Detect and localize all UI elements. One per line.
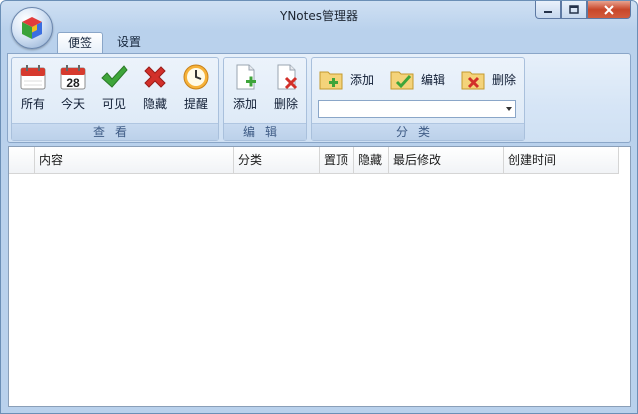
close-icon [604, 4, 614, 15]
view-group-label: 查看 [12, 123, 218, 140]
add-note-button[interactable]: 添加 [226, 62, 264, 114]
red-x-icon [144, 66, 166, 88]
calendar-today-icon: 28 [60, 65, 86, 90]
app-cube-icon [22, 17, 42, 39]
view-hidden-label: 隐藏 [142, 97, 167, 111]
notes-list[interactable]: 内容 分类 置顶 隐藏 最后修改 创建时间 [8, 146, 631, 407]
app-menu-button[interactable] [11, 7, 53, 49]
column-header-category[interactable]: 分类 [234, 147, 320, 174]
delete-category-button[interactable]: 删除 [460, 64, 516, 94]
view-today-label: 今天 [60, 97, 85, 111]
edit-category-button[interactable]: 编辑 [389, 64, 445, 94]
view-visible-button[interactable]: 可见 [95, 62, 133, 114]
add-note-icon [236, 64, 256, 90]
view-group: 所有 28 今天 可见 隐藏 提醒 查看 [11, 57, 219, 141]
chevron-down-icon [506, 107, 512, 111]
delete-note-icon [277, 64, 298, 90]
tab-settings[interactable]: 设置 [107, 32, 151, 53]
view-reminder-label: 提醒 [183, 97, 208, 111]
add-category-button[interactable]: 添加 [318, 64, 374, 94]
title-bar[interactable]: YNotes管理器 [1, 1, 637, 29]
view-hidden-button[interactable]: 隐藏 [136, 62, 174, 114]
category-dropdown-value [319, 106, 322, 119]
edit-category-label: 编辑 [421, 72, 446, 87]
checkmark-icon [101, 65, 128, 88]
view-visible-label: 可见 [101, 97, 126, 111]
delete-note-button[interactable]: 删除 [267, 62, 305, 114]
edit-group: 添加 删除 编辑 [223, 57, 307, 141]
ribbon-tabs: 便签 设置 [57, 32, 155, 54]
table-header: 内容 分类 置顶 隐藏 最后修改 创建时间 [9, 147, 619, 174]
category-group-label: 分类 [312, 123, 524, 140]
close-button[interactable] [587, 1, 631, 19]
category-group: 添加 编辑 删除 分类 [311, 57, 525, 141]
window-controls [535, 1, 631, 19]
edit-folder-icon [390, 71, 414, 90]
calendar-icon [20, 65, 46, 90]
edit-group-label: 编辑 [224, 123, 306, 140]
view-reminder-button[interactable]: 提醒 [177, 62, 215, 114]
maximize-button[interactable] [561, 1, 587, 19]
tab-notes[interactable]: 便签 [57, 32, 104, 54]
view-all-button[interactable]: 所有 [14, 62, 52, 114]
view-all-label: 所有 [20, 97, 45, 111]
column-header-content[interactable]: 内容 [35, 147, 234, 174]
column-header-created[interactable]: 创建时间 [504, 147, 619, 174]
view-today-button[interactable]: 28 今天 [54, 62, 92, 114]
minimize-icon [544, 10, 552, 13]
column-header-modified[interactable]: 最后修改 [389, 147, 504, 174]
delete-folder-icon [461, 71, 485, 90]
add-category-label: 添加 [350, 72, 375, 87]
column-header-hidden[interactable]: 隐藏 [354, 147, 389, 174]
ribbon-panel: 所有 28 今天 可见 隐藏 提醒 查看 添加 删除 编辑 添加 编辑 删除 分… [7, 53, 631, 143]
delete-category-label: 删除 [492, 72, 517, 87]
delete-note-label: 删除 [273, 97, 298, 111]
maximize-icon [569, 5, 579, 14]
column-header-pinned[interactable]: 置顶 [320, 147, 354, 174]
column-header-select[interactable] [9, 147, 35, 174]
clock-icon [183, 64, 209, 90]
minimize-button[interactable] [535, 1, 561, 19]
category-dropdown[interactable] [318, 100, 516, 118]
add-note-label: 添加 [232, 97, 257, 111]
main-window: YNotes管理器 便签 设置 所有 28 今天 可见 隐藏 提醒 查看 添加 … [0, 0, 638, 414]
add-folder-icon [319, 71, 343, 90]
calendar-day-number: 28 [66, 76, 80, 90]
